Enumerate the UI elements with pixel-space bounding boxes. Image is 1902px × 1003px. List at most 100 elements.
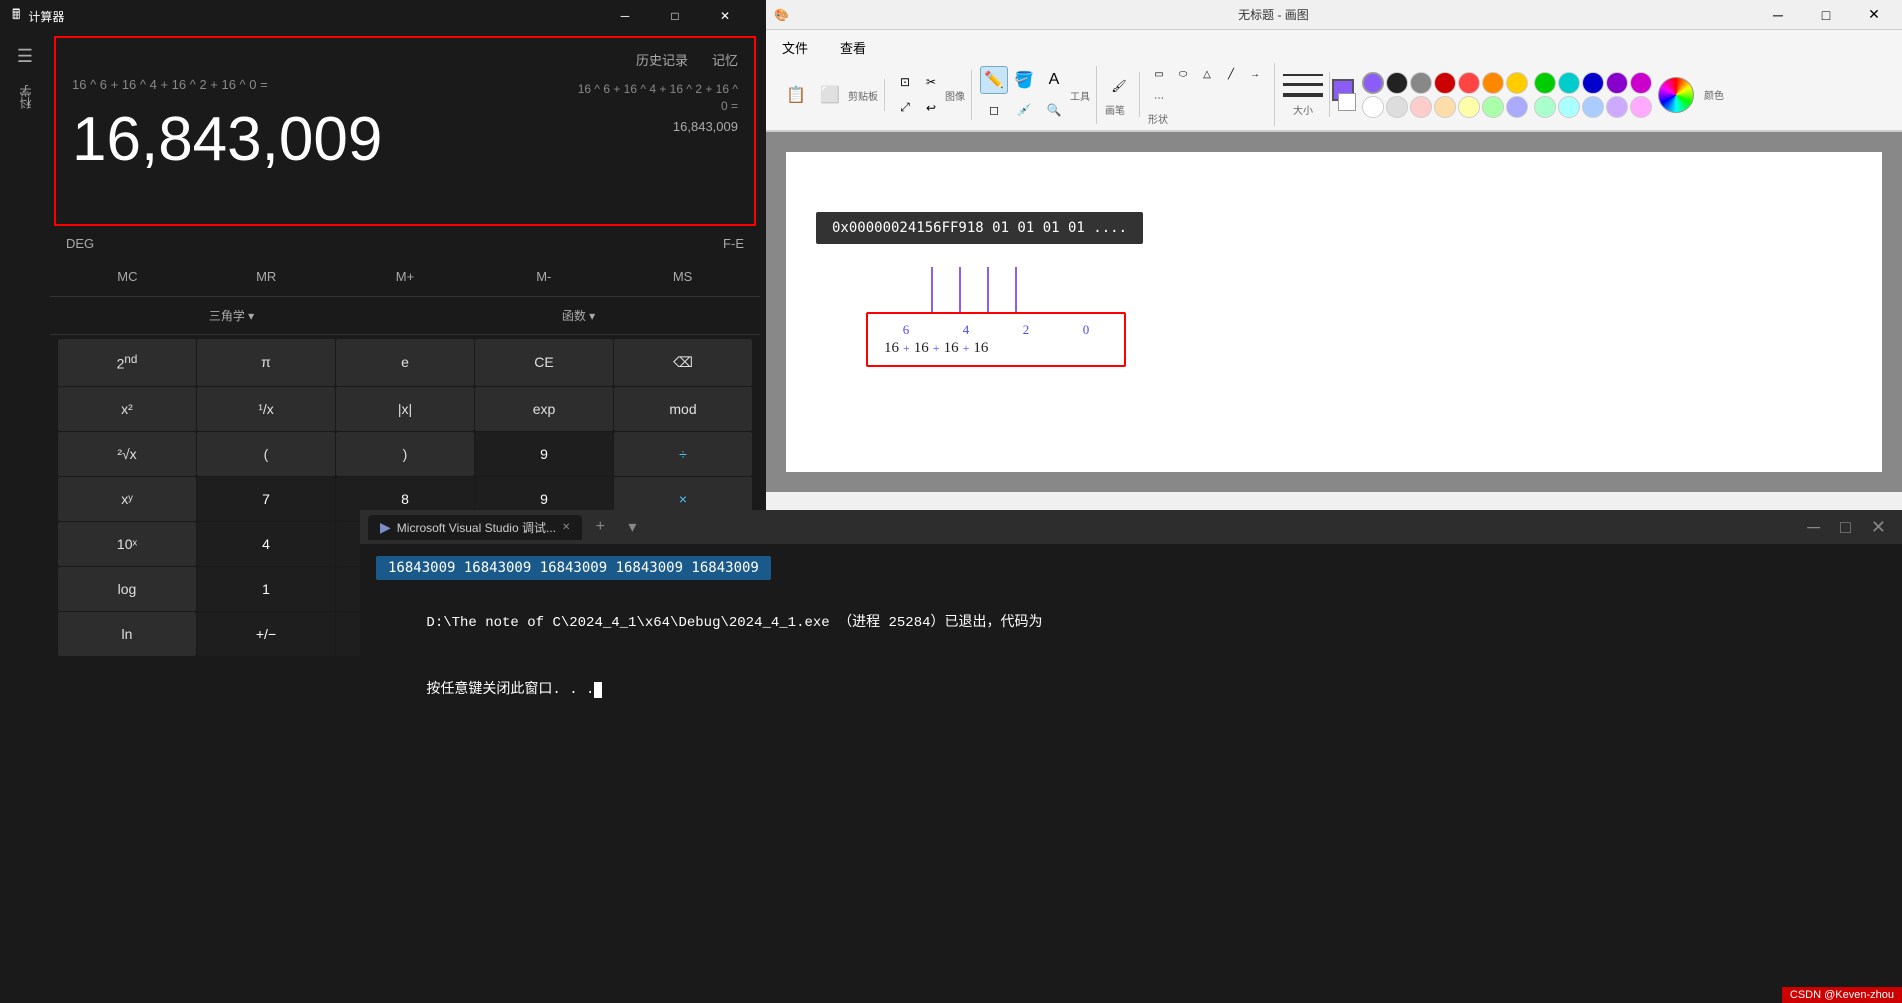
btn-2nd[interactable]: 2nd — [58, 339, 196, 386]
color-lavender-circle[interactable] — [1606, 96, 1628, 118]
color-lightyellow-circle[interactable] — [1458, 96, 1480, 118]
btn-power[interactable]: xʸ — [58, 477, 196, 521]
color-orange-circle[interactable] — [1482, 72, 1504, 94]
color-lightgreen-circle[interactable] — [1482, 96, 1504, 118]
maximize-button[interactable]: □ — [652, 0, 698, 32]
shape-more[interactable]: ⋯ — [1148, 87, 1170, 109]
btn-backspace[interactable]: ⌫ — [614, 339, 752, 386]
close-button[interactable]: ✕ — [702, 0, 748, 32]
shape-line[interactable]: ╱ — [1220, 63, 1242, 85]
color-purple-circle[interactable] — [1362, 72, 1384, 94]
magnifier-button[interactable]: 🔍 — [1040, 96, 1068, 124]
pick-color-button[interactable]: 💉 — [1010, 96, 1038, 124]
crop-image-button[interactable]: ✂ — [919, 70, 943, 94]
paint-close[interactable]: ✕ — [1854, 1, 1894, 29]
color-white-circle[interactable] — [1362, 96, 1384, 118]
btn-7[interactable]: 7 — [197, 477, 335, 521]
fe-mode[interactable]: F-E — [723, 236, 744, 251]
btn-ce[interactable]: CE — [475, 339, 613, 386]
select-button[interactable]: ⊡ — [893, 70, 917, 94]
color-lightorange-circle[interactable] — [1434, 96, 1456, 118]
shape-rect[interactable]: ▭ — [1148, 63, 1170, 85]
color-lightgray-circle[interactable] — [1386, 96, 1408, 118]
btn-square[interactable]: x² — [58, 387, 196, 431]
paint-minimize[interactable]: ─ — [1758, 1, 1798, 29]
terminal-close[interactable]: ✕ — [1863, 513, 1894, 542]
color-skyblue-circle[interactable] — [1582, 96, 1604, 118]
btn-e[interactable]: e — [336, 339, 474, 386]
trig-button[interactable]: 三角学 ▾ — [58, 301, 405, 330]
minimize-button[interactable]: ─ — [602, 0, 648, 32]
btn-sqrt[interactable]: ²√x — [58, 432, 196, 476]
color-violet-circle[interactable] — [1630, 72, 1652, 94]
vs-icon: ▶ — [380, 519, 391, 536]
shape-ellipse[interactable]: ⬭ — [1172, 63, 1194, 85]
terminal-tab-close[interactable]: ✕ — [562, 522, 570, 533]
deg-mode[interactable]: DEG — [66, 236, 94, 251]
btn-ln[interactable]: ln — [58, 612, 196, 656]
terminal-minimize[interactable]: ─ — [1799, 513, 1828, 542]
menu-file[interactable]: 文件 — [774, 36, 816, 59]
edit-colors-button[interactable] — [1658, 77, 1694, 113]
color-lightred-circle[interactable] — [1410, 96, 1432, 118]
new-tab-button[interactable]: + — [586, 513, 614, 541]
color-pink-circle[interactable] — [1630, 96, 1652, 118]
csdn-badge: CSDN @Keven-zhou — [1782, 987, 1902, 1003]
ms-button[interactable]: MS — [613, 261, 752, 292]
btn-9a[interactable]: 9 — [475, 432, 613, 476]
btn-log[interactable]: log — [58, 567, 196, 611]
paint-canvas-area[interactable]: 0x00000024156FF918 01 01 01 01 .... 6 4 … — [766, 132, 1902, 492]
rotate-button[interactable]: ↩ — [919, 96, 943, 120]
mplus-button[interactable]: M+ — [336, 261, 475, 292]
btn-divide[interactable]: ÷ — [614, 432, 752, 476]
btn-exp[interactable]: exp — [475, 387, 613, 431]
menu-view[interactable]: 查看 — [832, 36, 874, 59]
eraser-button[interactable]: ◻ — [980, 96, 1008, 124]
btn-4[interactable]: 4 — [197, 522, 335, 566]
mminus-button[interactable]: M- — [474, 261, 613, 292]
btn-1[interactable]: 1 — [197, 567, 335, 611]
color-red-circle[interactable] — [1458, 72, 1480, 94]
btn-rparen[interactable]: ) — [336, 432, 474, 476]
size-label: 大小 — [1293, 102, 1313, 117]
resize-button[interactable]: ⤢ — [893, 96, 917, 120]
background-color[interactable] — [1338, 93, 1356, 111]
mc-button[interactable]: MC — [58, 261, 197, 292]
crop-button[interactable]: ⬜ — [814, 79, 846, 111]
brush-button[interactable]: 🖌 — [1105, 72, 1133, 100]
mr-button[interactable]: MR — [197, 261, 336, 292]
color-blue-circle[interactable] — [1582, 72, 1604, 94]
btn-abs[interactable]: |x| — [336, 387, 474, 431]
color-gray-circle[interactable] — [1410, 72, 1432, 94]
terminal-maximize[interactable]: □ — [1832, 513, 1859, 542]
color-lightcyan-circle[interactable] — [1558, 96, 1580, 118]
tab-dropdown[interactable]: ▾ — [618, 513, 646, 541]
btn-pi[interactable]: π — [197, 339, 335, 386]
color-indigo-circle[interactable] — [1606, 72, 1628, 94]
paint-maximize[interactable]: □ — [1806, 1, 1846, 29]
btn-lparen[interactable]: ( — [197, 432, 335, 476]
btn-negate[interactable]: +/− — [197, 612, 335, 656]
shape-triangle[interactable]: △ — [1196, 63, 1218, 85]
text-button[interactable]: A — [1040, 66, 1068, 94]
color-black-circle[interactable] — [1386, 72, 1408, 94]
paint-canvas[interactable]: 0x00000024156FF918 01 01 01 01 .... 6 4 … — [786, 152, 1882, 472]
memory-link[interactable]: 记忆 — [712, 50, 738, 69]
color-mint-circle[interactable] — [1534, 96, 1556, 118]
terminal-tab-vs[interactable]: ▶ Microsoft Visual Studio 调试... ✕ — [368, 515, 582, 540]
color-lightblue-circle[interactable] — [1506, 96, 1528, 118]
history-link[interactable]: 历史记录 — [636, 50, 688, 69]
btn-recip[interactable]: ¹/x — [197, 387, 335, 431]
color-yellow-circle[interactable] — [1506, 72, 1528, 94]
color-green-circle[interactable] — [1534, 72, 1556, 94]
shape-arrow[interactable]: → — [1244, 63, 1266, 85]
pencil-button[interactable]: ✏️ — [980, 66, 1008, 94]
btn-mod[interactable]: mod — [614, 387, 752, 431]
functions-button[interactable]: 函数 ▾ — [405, 301, 752, 330]
color-darkred-circle[interactable] — [1434, 72, 1456, 94]
fill-button[interactable]: 🪣 — [1010, 66, 1038, 94]
hamburger-menu[interactable]: ☰ — [11, 40, 39, 73]
clipboard-button[interactable]: 📋 — [780, 79, 812, 111]
color-cyan-circle[interactable] — [1558, 72, 1580, 94]
btn-10x[interactable]: 10ˣ — [58, 522, 196, 566]
